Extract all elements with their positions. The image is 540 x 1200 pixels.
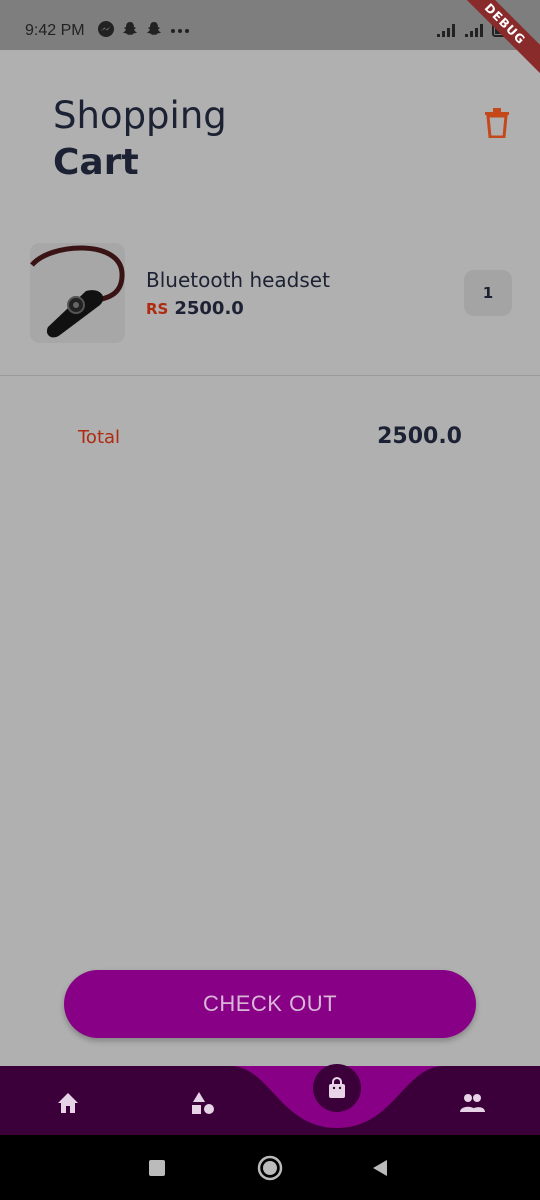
system-nav-bar bbox=[0, 1135, 540, 1200]
categories-icon[interactable] bbox=[188, 1088, 218, 1118]
more-dots-icon bbox=[171, 29, 189, 33]
messenger-icon bbox=[98, 21, 114, 37]
price-value: 2500.0 bbox=[174, 298, 244, 319]
people-icon[interactable] bbox=[457, 1088, 487, 1118]
checkout-button[interactable]: CHECK OUT bbox=[64, 970, 476, 1038]
status-time: 9:42 PM bbox=[25, 22, 85, 39]
bottom-nav bbox=[0, 1064, 540, 1135]
quantity-badge[interactable]: 1 bbox=[464, 270, 512, 316]
divider bbox=[0, 375, 540, 376]
snapchat-icon bbox=[147, 22, 161, 35]
signal-icon bbox=[465, 24, 483, 37]
status-notification-icons bbox=[97, 20, 191, 38]
home-circle-icon[interactable] bbox=[257, 1155, 283, 1181]
page-title-light: Shopping bbox=[53, 94, 227, 137]
trash-icon[interactable] bbox=[484, 108, 510, 138]
debug-banner: DEBUG bbox=[444, 0, 540, 85]
currency-label: RS bbox=[146, 300, 169, 318]
status-bar: 9:42 PM DEBUG bbox=[0, 0, 540, 85]
total-label: Total bbox=[78, 427, 121, 448]
snapchat-icon bbox=[123, 22, 137, 35]
recents-square-icon[interactable] bbox=[148, 1159, 166, 1177]
cart-item: Bluetooth headset RS 2500.0 1 bbox=[0, 240, 540, 350]
item-name: Bluetooth headset bbox=[146, 268, 330, 292]
product-image bbox=[30, 243, 125, 343]
item-price: RS 2500.0 bbox=[146, 298, 244, 319]
back-triangle-icon[interactable] bbox=[371, 1158, 389, 1178]
shopping-bag-button[interactable] bbox=[313, 1064, 361, 1112]
shopping-bag-icon bbox=[329, 1076, 345, 1098]
page-title-bold: Cart bbox=[53, 142, 139, 183]
home-icon[interactable] bbox=[53, 1088, 83, 1118]
signal-icon bbox=[437, 24, 455, 37]
total-value: 2500.0 bbox=[377, 424, 462, 449]
